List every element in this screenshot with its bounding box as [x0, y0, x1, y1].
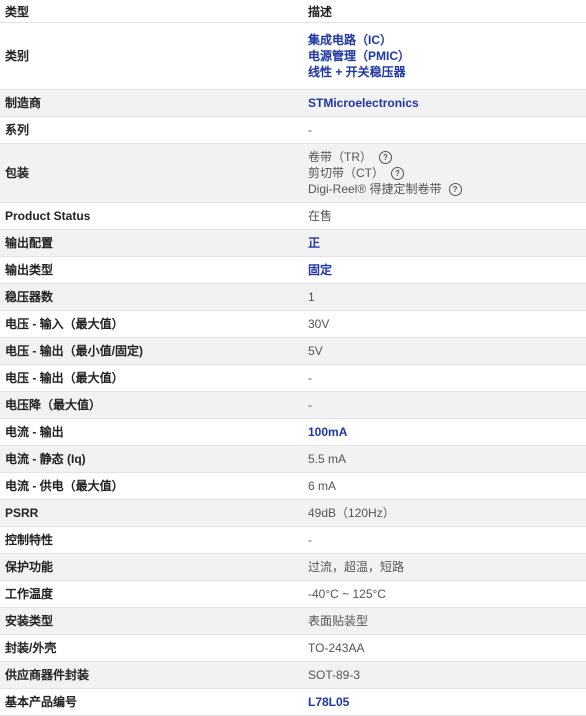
base-part-number-link[interactable]: L78L05 [308, 695, 349, 709]
row-label: 控制特性 [0, 526, 303, 554]
row-label: 保护功能 [0, 553, 303, 581]
row-value: 30V [303, 310, 586, 338]
row-label: 封装/外壳 [0, 634, 303, 662]
row-operating-temp: 工作温度 -40°C ~ 125°C [0, 580, 586, 608]
row-voltage-out-max: 电压 - 输出（最大值） - [0, 364, 586, 392]
row-mounting-type: 安装类型 表面贴装型 [0, 607, 586, 635]
help-icon[interactable]: ? [379, 151, 392, 165]
packaging-item: 卷带（TR）? [308, 149, 581, 165]
row-label: 包装 [0, 143, 303, 203]
row-dropout-max: 电压降（最大值） - [0, 391, 586, 419]
row-value: - [303, 526, 586, 554]
row-label: 电压降（最大值） [0, 391, 303, 419]
row-label: 稳压器数 [0, 283, 303, 311]
row-label: 电流 - 输出 [0, 418, 303, 446]
row-value: SOT-89-3 [303, 661, 586, 689]
row-label: 基本产品编号 [0, 688, 303, 716]
row-category: 类别 集成电路（IC） 电源管理（PMIC） 线性 + 开关稳压器 [0, 22, 586, 90]
row-voltage-in-max: 电压 - 输入（最大值） 30V [0, 310, 586, 338]
row-value: TO-243AA [303, 634, 586, 662]
row-value: 5.5 mA [303, 445, 586, 473]
row-control-features: 控制特性 - [0, 526, 586, 554]
row-label: 系列 [0, 116, 303, 144]
row-product-status: Product Status 在售 [0, 202, 586, 230]
packaging-item: 剪切带（CT）? [308, 165, 581, 181]
table-header-row: 类型 描述 [0, 0, 586, 23]
row-voltage-out-min: 电压 - 输出（最小值/固定) 5V [0, 337, 586, 365]
row-series: 系列 - [0, 116, 586, 144]
row-value: 49dB（120Hz） [303, 499, 586, 527]
row-label: Product Status [0, 202, 303, 230]
current-out-link[interactable]: 100mA [308, 425, 347, 439]
category-links: 集成电路（IC） 电源管理（PMIC） 线性 + 开关稳压器 [303, 22, 586, 90]
output-type-link[interactable]: 固定 [308, 263, 332, 277]
row-value: -40°C ~ 125°C [303, 580, 586, 608]
row-label: 电流 - 静态 (Iq) [0, 445, 303, 473]
header-type: 类型 [0, 0, 303, 23]
row-label: 类别 [0, 22, 303, 90]
row-value: 6 mA [303, 472, 586, 500]
row-num-regulators: 稳压器数 1 [0, 283, 586, 311]
row-label: 电流 - 供电（最大值） [0, 472, 303, 500]
manufacturer-link[interactable]: STMicroelectronics [308, 96, 419, 110]
category-link-regulator[interactable]: 线性 + 开关稳压器 [308, 64, 581, 80]
help-icon[interactable]: ? [391, 167, 404, 181]
row-label: 输出类型 [0, 256, 303, 284]
product-attributes-table: 类型 描述 类别 集成电路（IC） 电源管理（PMIC） 线性 + 开关稳压器 … [0, 0, 586, 716]
row-label: 电压 - 输入（最大值） [0, 310, 303, 338]
row-current-out: 电流 - 输出 100mA [0, 418, 586, 446]
row-label: 输出配置 [0, 229, 303, 257]
category-link-pmic[interactable]: 电源管理（PMIC） [308, 48, 581, 64]
row-value: 过流，超温，短路 [303, 553, 586, 581]
row-label: 供应商器件封装 [0, 661, 303, 689]
row-protection: 保护功能 过流，超温，短路 [0, 553, 586, 581]
row-label: 工作温度 [0, 580, 303, 608]
row-value: 表面贴装型 [303, 607, 586, 635]
header-description: 描述 [303, 0, 586, 23]
row-current-quiescent: 电流 - 静态 (Iq) 5.5 mA [0, 445, 586, 473]
packaging-item: Digi-Reel® 得捷定制卷带? [308, 181, 581, 197]
help-icon[interactable]: ? [448, 183, 462, 197]
row-manufacturer: 制造商 STMicroelectronics [0, 89, 586, 117]
row-label: 电压 - 输出（最大值） [0, 364, 303, 392]
packaging-list: 卷带（TR）? 剪切带（CT）? Digi-Reel® 得捷定制卷带? [303, 143, 586, 203]
row-output-type: 输出类型 固定 [0, 256, 586, 284]
row-label: PSRR [0, 499, 303, 527]
row-label: 电压 - 输出（最小值/固定) [0, 337, 303, 365]
row-value: 5V [303, 337, 586, 365]
row-value: 1 [303, 283, 586, 311]
row-package-case: 封装/外壳 TO-243AA [0, 634, 586, 662]
row-value: - [303, 364, 586, 392]
category-link-ic[interactable]: 集成电路（IC） [308, 32, 581, 48]
row-base-part-number: 基本产品编号 L78L05 [0, 688, 586, 716]
row-current-supply-max: 电流 - 供电（最大值） 6 mA [0, 472, 586, 500]
output-config-link[interactable]: 正 [308, 236, 320, 250]
row-psrr: PSRR 49dB（120Hz） [0, 499, 586, 527]
row-packaging: 包装 卷带（TR）? 剪切带（CT）? Digi-Reel® 得捷定制卷带? [0, 143, 586, 203]
row-output-config: 输出配置 正 [0, 229, 586, 257]
row-supplier-package: 供应商器件封装 SOT-89-3 [0, 661, 586, 689]
row-value: - [303, 391, 586, 419]
row-value: 在售 [303, 202, 586, 230]
row-label: 安装类型 [0, 607, 303, 635]
row-value: - [303, 116, 586, 144]
row-label: 制造商 [0, 89, 303, 117]
